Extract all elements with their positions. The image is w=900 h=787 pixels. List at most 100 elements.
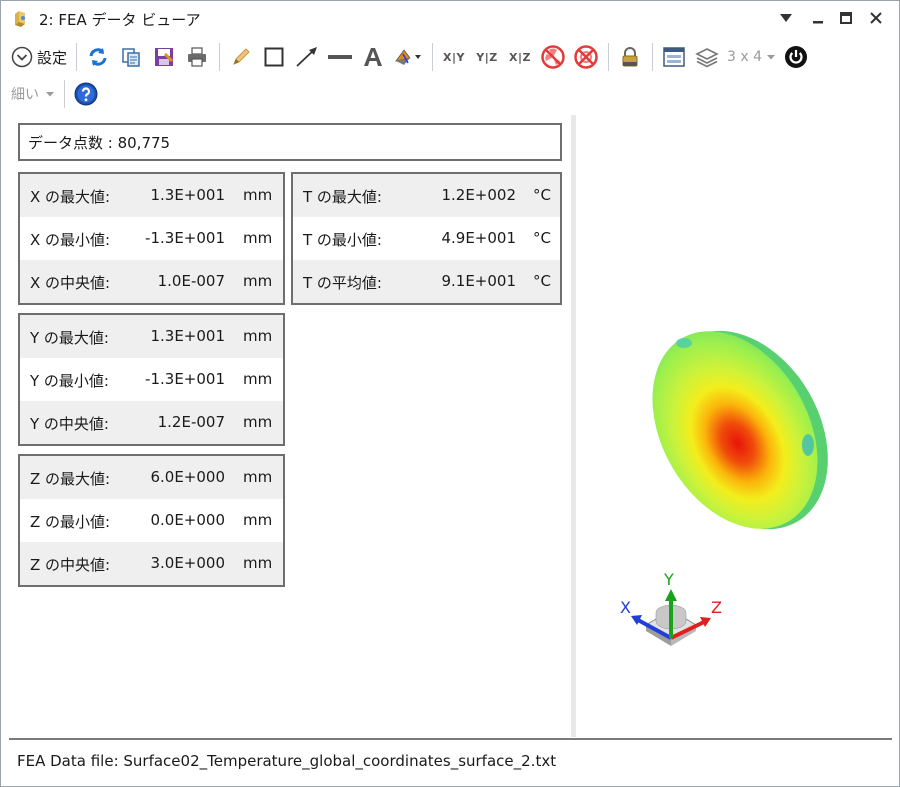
y-max-row: Y の最大値: 1.3E+001 mm — [20, 315, 283, 358]
rectangle-icon — [264, 47, 284, 67]
layout-dropdown[interactable]: 3 x 4 — [725, 42, 778, 72]
statistics-panel: データ点数 : 80,775 X の最大値: 1.3E+001 mm X の最小… — [9, 115, 571, 737]
point-count: データ点数 : 80,775 — [28, 133, 171, 152]
view-xy-button[interactable]: X|Y — [439, 42, 469, 72]
z-median-value: 3.0E+000 — [150, 554, 225, 572]
view-rotate-button[interactable] — [391, 42, 425, 72]
z-median-unit: mm — [243, 554, 273, 572]
x-min-value: -1.3E+001 — [145, 229, 225, 247]
minimize-button[interactable] — [805, 6, 831, 30]
arrow-icon — [296, 47, 318, 67]
y-min-value: -1.3E+001 — [145, 370, 225, 388]
secondary-toolbar: 細い — [9, 77, 104, 111]
3d-view-panel[interactable]: X Y Z — [576, 115, 892, 737]
text-button[interactable] — [358, 42, 388, 72]
t-max-value: 1.2E+002 — [441, 186, 516, 204]
save-button[interactable] — [149, 42, 179, 72]
y-stats-box: Y の最大値: 1.3E+001 mm Y の最小値: -1.3E+001 mm… — [18, 313, 285, 446]
z-min-row: Z の最小値: 0.0E+000 mm — [20, 499, 283, 542]
t-max-row: T の最大値: 1.2E+002 °C — [293, 174, 560, 217]
app-icon — [15, 11, 25, 27]
refresh-button[interactable] — [83, 42, 113, 72]
axis-triad: X Y Z — [620, 570, 722, 646]
main-toolbar: 設定 X|Y Y|Z X|Z 3 x 4 — [9, 40, 814, 74]
no-symbol-icon — [574, 45, 598, 69]
3d-viewport[interactable]: X Y Z — [576, 115, 892, 737]
disable-fan-button[interactable] — [538, 42, 568, 72]
fea-data-viewer-window: 2: FEA データ ビューア 設定 X|Y Y|Z X|Z 3 x 4 細い … — [0, 0, 900, 787]
x-max-row: X の最大値: 1.3E+001 mm — [20, 174, 283, 217]
line-icon — [328, 55, 353, 59]
t-mean-row: T の平均値: 9.1E+001 °C — [293, 260, 560, 303]
rectangle-button[interactable] — [259, 42, 289, 72]
layout-label: 3 x 4 — [727, 49, 763, 65]
t-stats-box: T の最大値: 1.2E+002 °C T の最小値: 4.9E+001 °C … — [291, 172, 562, 305]
x-median-unit: mm — [243, 272, 273, 290]
view-yz-label: Y|Z — [476, 50, 498, 64]
x-max-label: X の最大値: — [30, 188, 111, 206]
chevron-down-circle-icon — [11, 46, 33, 68]
minimize-icon — [813, 21, 823, 24]
help-button[interactable] — [71, 79, 101, 109]
save-icon — [155, 48, 174, 66]
line-width-dropdown[interactable]: 細い — [9, 79, 57, 109]
toolbar-separator — [432, 43, 434, 71]
z-stats-box: Z の最大値: 6.0E+000 mm Z の最小値: 0.0E+000 mm … — [18, 454, 285, 587]
t-min-unit: °C — [533, 229, 551, 247]
t-min-label: T の最小値: — [303, 231, 382, 249]
cool-spot — [676, 338, 692, 348]
view-xz-button[interactable]: X|Z — [505, 42, 535, 72]
maximize-button[interactable] — [833, 6, 859, 30]
status-bar: FEA Data file: Surface02_Temperature_glo… — [9, 738, 892, 782]
data-file-path: FEA Data file: Surface02_Temperature_glo… — [17, 752, 557, 770]
view-yz-button[interactable]: Y|Z — [472, 42, 502, 72]
refresh-icon — [89, 48, 107, 66]
x-median-label: X の中央値: — [30, 274, 111, 292]
window-options-button[interactable] — [659, 42, 689, 72]
disable-clear-button[interactable] — [571, 42, 601, 72]
z-max-unit: mm — [243, 468, 273, 486]
t-max-label: T の最大値: — [303, 188, 382, 206]
cool-spot — [802, 434, 814, 456]
window-icon — [663, 47, 685, 67]
triangle-down-icon — [780, 14, 792, 22]
x-stats-box: X の最大値: 1.3E+001 mm X の最小値: -1.3E+001 mm… — [18, 172, 285, 305]
y-median-label: Y の中央値: — [30, 415, 109, 433]
line-button[interactable] — [325, 42, 355, 72]
t-mean-label: T の平均値: — [303, 274, 382, 292]
z-max-value: 6.0E+000 — [150, 468, 225, 486]
line-width-label: 細い — [11, 87, 39, 103]
settings-button[interactable]: 設定 — [9, 42, 69, 72]
close-icon — [870, 12, 882, 24]
y-min-label: Y の最小値: — [30, 372, 109, 390]
toolbar-separator — [219, 43, 221, 71]
point-count-box: データ点数 : 80,775 — [18, 123, 562, 161]
triangle-down-icon — [767, 55, 776, 60]
y-median-row: Y の中央値: 1.2E-007 mm — [20, 401, 283, 444]
lock-button[interactable] — [615, 42, 645, 72]
x-median-value: 1.0E-007 — [157, 272, 225, 290]
close-button[interactable] — [863, 6, 889, 30]
toolbar-separator — [652, 43, 654, 71]
triangle-down-icon — [46, 92, 54, 97]
pencil-button[interactable] — [226, 42, 256, 72]
x-max-unit: mm — [243, 186, 273, 204]
print-button[interactable] — [182, 42, 212, 72]
window-menu-button[interactable] — [773, 6, 799, 30]
y-median-value: 1.2E-007 — [157, 413, 225, 431]
title-bar[interactable]: 2: FEA データ ビューア — [1, 1, 899, 35]
z-median-row: Z の中央値: 3.0E+000 mm — [20, 542, 283, 585]
arrow-button[interactable] — [292, 42, 322, 72]
y-max-unit: mm — [243, 327, 273, 345]
text-icon — [364, 48, 383, 66]
t-max-unit: °C — [533, 186, 551, 204]
help-icon — [74, 82, 98, 106]
copy-button[interactable] — [116, 42, 146, 72]
x-max-value: 1.3E+001 — [150, 186, 225, 204]
toolbar-separator — [64, 80, 65, 108]
x-min-label: X の最小値: — [30, 231, 111, 249]
power-button[interactable] — [781, 42, 811, 72]
z-max-label: Z の最大値: — [30, 470, 111, 488]
layers-button[interactable] — [692, 42, 722, 72]
maximize-icon — [840, 12, 852, 24]
